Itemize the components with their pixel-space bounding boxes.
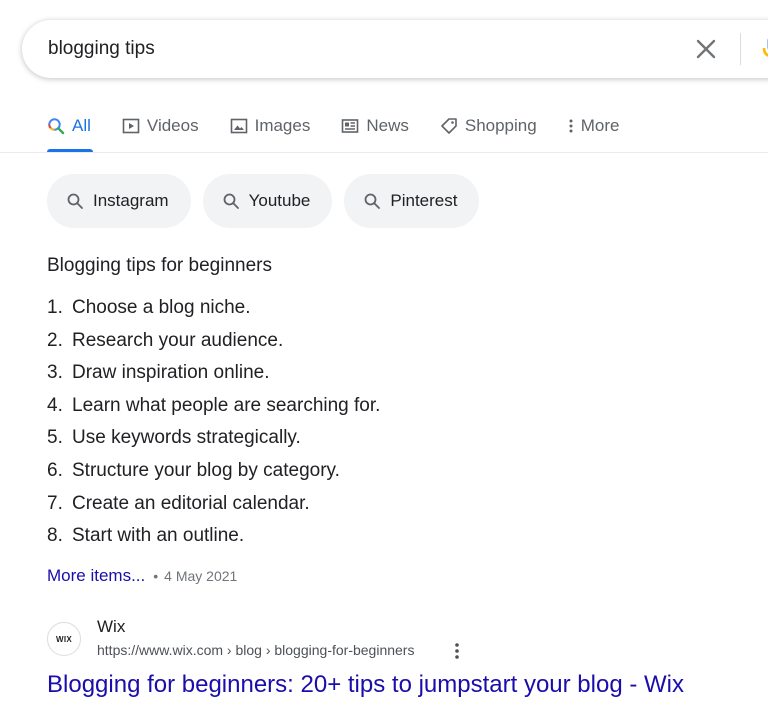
list-item: 7. Create an editorial calendar. (47, 491, 380, 524)
list-number: 1. (47, 297, 63, 318)
related-chips: Instagram Youtube Pinterest (47, 174, 491, 228)
tab-label: Shopping (464, 116, 537, 135)
searchbar-divider (740, 33, 741, 65)
tag-icon (440, 117, 458, 135)
tab-more[interactable]: More (568, 112, 620, 140)
search-tabs: All Videos Images News Shopping More (47, 112, 650, 152)
snippet-date: 4 May 2021 (164, 568, 238, 584)
chip-label: Instagram (93, 191, 169, 210)
site-favicon: WIX (47, 622, 81, 656)
list-item: 6. Structure your blog by category. (47, 458, 380, 491)
list-item: 3. Draw inspiration online. (47, 360, 380, 393)
news-icon (341, 117, 359, 135)
result-options-button[interactable] (451, 641, 463, 661)
chip-youtube[interactable]: Youtube (202, 174, 333, 228)
result-url[interactable]: https://www.wix.com › blog › blogging-fo… (97, 642, 414, 658)
close-icon (696, 39, 716, 59)
tab-videos[interactable]: Videos (122, 112, 199, 140)
tab-label: All (72, 116, 91, 135)
tab-label: Images (254, 116, 311, 135)
tab-label: More (580, 116, 620, 135)
list-text: Learn what people are searching for. (72, 394, 381, 416)
image-icon (230, 117, 248, 135)
play-icon (122, 117, 140, 135)
tab-label: Videos (146, 116, 199, 135)
search-input[interactable] (48, 20, 648, 78)
tab-images[interactable]: Images (230, 112, 311, 140)
microphone-icon (762, 38, 768, 57)
chip-instagram[interactable]: Instagram (47, 174, 191, 228)
list-number: 2. (47, 329, 63, 351)
list-number: 3. (47, 362, 63, 384)
tabs-divider (0, 152, 768, 153)
list-text: Structure your blog by category. (72, 459, 340, 481)
list-text: Start with an outline. (72, 525, 245, 547)
tab-news[interactable]: News (341, 112, 409, 140)
favicon-text: WIX (55, 634, 72, 644)
list-item: 2. Research your audience. (47, 328, 380, 361)
list-text: Create an editorial calendar. (72, 492, 310, 514)
list-number: 6. (47, 459, 63, 481)
meta-separator: • (153, 568, 159, 584)
search-icon (47, 117, 65, 135)
more-items-link[interactable]: More items... (47, 566, 145, 586)
voice-search-button[interactable] (760, 34, 768, 64)
chip-pinterest[interactable]: Pinterest (344, 174, 480, 228)
search-bar (22, 20, 768, 78)
list-text: Use keywords strategically. (72, 427, 301, 449)
tab-shopping[interactable]: Shopping (440, 112, 537, 140)
list-number: 4. (47, 394, 63, 416)
snippet-meta: More items... • 4 May 2021 (47, 566, 237, 586)
tab-all[interactable]: All (47, 112, 91, 140)
clear-search-button[interactable] (693, 36, 719, 62)
list-item: 1. Choose a blog niche. (47, 295, 380, 328)
result-site-name[interactable]: Wix (97, 617, 125, 637)
chip-label: Youtube (248, 191, 311, 210)
snippet-list: 1. Choose a blog niche. 2. Research your a… (47, 295, 380, 556)
result-title-link[interactable]: Blogging for beginners: 20+ tips to jump… (47, 671, 684, 699)
list-number: 5. (47, 427, 63, 449)
search-icon (222, 192, 240, 210)
tab-label: News (366, 116, 409, 135)
list-item: 8. Start with an outline. (47, 523, 380, 556)
list-text: Choose a blog niche. (72, 297, 251, 318)
list-text: Draw inspiration online. (72, 362, 270, 384)
search-results-page: All Videos Images (0, 0, 768, 712)
list-number: 8. (47, 525, 63, 547)
chip-label: Pinterest (390, 191, 458, 210)
more-vert-icon (568, 117, 574, 135)
list-number: 7. (47, 492, 63, 514)
search-icon (66, 192, 84, 210)
list-item: 5. Use keywords strategically. (47, 425, 380, 458)
list-item: 4. Learn what people are searching for. (47, 393, 380, 426)
list-text: Research your audience. (72, 329, 284, 351)
search-icon (363, 192, 381, 210)
snippet-title: Blogging tips for beginners (47, 255, 272, 276)
more-vert-icon (455, 643, 459, 659)
